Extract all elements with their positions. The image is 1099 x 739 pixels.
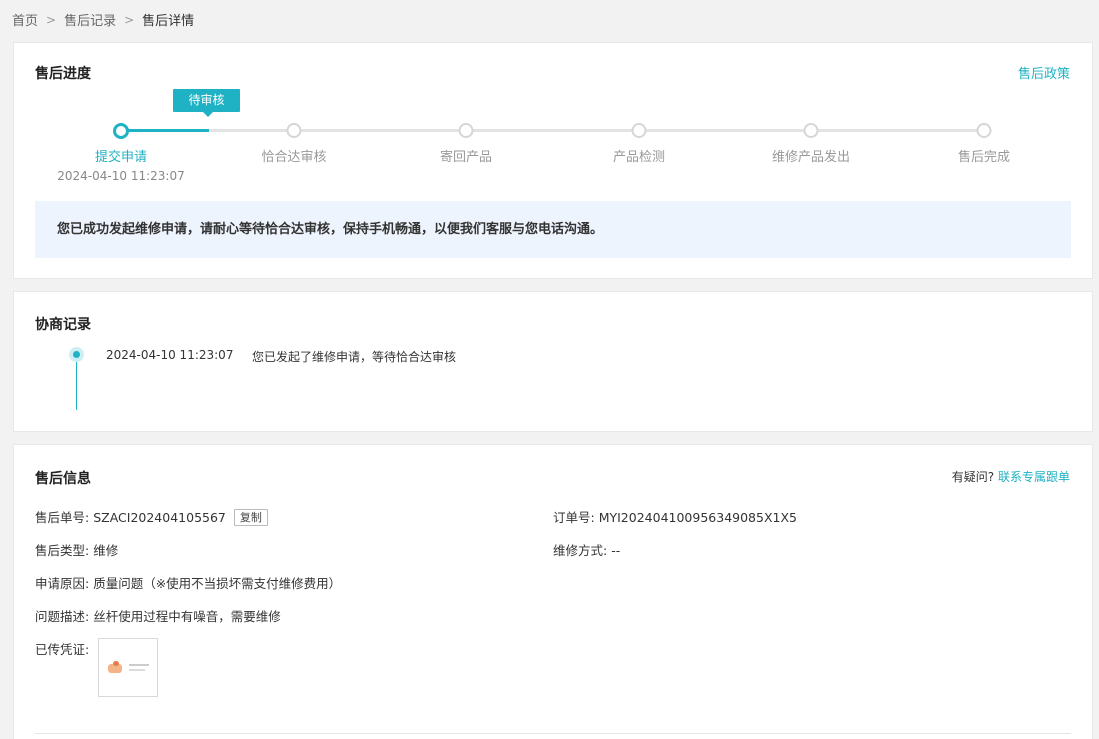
desc-label: 问题描述: [35,609,90,624]
step-dot-inspect [631,123,647,138]
progress-track [121,129,984,132]
breadcrumb-current: 售后详情 [142,14,195,29]
submit-time: 2024-04-10 11:23:07 [57,169,185,183]
evidence-thumbnail[interactable] [98,638,158,697]
step-label-complete: 售后完成 [957,150,1011,165]
thumbnail-art [129,669,145,671]
notice-banner: 您已成功发起维修申请，请耐心等待恰合达审核，保持手机畅通，以便我们客服与您电话沟… [35,201,1071,258]
chevron-right-icon: > [124,12,135,27]
step-dot-return [458,123,474,138]
help-area: 有疑问? 联系专属跟单 [952,468,1070,485]
step-dot-review [286,123,302,138]
desc-value: 丝杆使用过程中有噪音，需要维修 [93,609,281,624]
type-row: 售后类型: 维修 [35,540,118,559]
service-no-value: SZACI202404105567 [93,510,226,525]
order-no-value: MYI202404100956349085X1X5 [598,510,797,525]
negotiation-title: 协商记录 [35,317,91,333]
thumbnail-art [113,661,119,666]
info-title: 售后信息 [35,471,91,487]
policy-link[interactable]: 售后政策 [1018,63,1070,82]
help-question: 有疑问? [951,470,995,484]
evidence-label: 已传凭证: [35,642,90,657]
timeline-text: 您已发起了维修申请，等待恰合达审核 [252,350,457,364]
type-value: 维修 [93,543,119,558]
reason-row: 申请原因: 质量问题（※使用不当损坏需支付维修费用） [35,573,341,592]
progress-title: 售后进度 [35,66,91,82]
breadcrumb: 首页 > 售后记录 > 售后详情 [12,10,195,30]
thumbnail-art [129,664,149,666]
step-dot-complete [976,123,992,138]
step-dot-ship [803,123,819,138]
step-label-inspect: 产品检测 [612,150,666,165]
copy-button[interactable]: 复制 [233,509,268,526]
timeline-dot-icon [69,347,84,362]
info-card: 售后信息 有疑问? 联系专属跟单 售后单号: SZACI202404105567… [13,444,1093,739]
service-no-row: 售后单号: SZACI202404105567 复制 [35,507,268,526]
step-dot-submit [113,123,129,139]
status-tag: 待审核 [173,89,240,117]
chevron-right-icon: > [46,12,57,27]
progress-track-fill [121,129,209,132]
negotiation-card: 协商记录 2024-04-10 11:23:07 您已发起了维修申请，等待恰合达… [13,291,1093,432]
step-label-return: 寄回产品 [439,150,493,165]
reason-label: 申请原因: [35,576,90,591]
step-label-submit: 提交申请 [94,150,148,165]
breadcrumb-home[interactable]: 首页 [12,10,38,29]
section-divider [35,733,1071,734]
repair-method-row: 维修方式: -- [553,540,620,559]
step-label-review: 恰合达审核 [261,150,327,165]
repair-method-value: -- [611,543,621,558]
reason-value: 质量问题（※使用不当损坏需支付维修费用） [93,576,342,591]
desc-row: 问题描述: 丝杆使用过程中有噪音，需要维修 [35,606,281,625]
progress-card: 售后进度 售后政策 待审核 提交申请 恰合达审核 寄回产品 产品检测 维修产品发… [13,42,1093,279]
service-no-label: 售后单号: [35,510,90,525]
breadcrumb-records[interactable]: 售后记录 [64,10,116,29]
type-label: 售后类型: [35,543,90,558]
repair-method-label: 维修方式: [553,543,608,558]
step-label-ship: 维修产品发出 [771,150,851,165]
timeline-time: 2024-04-10 11:23:07 [106,348,234,362]
contact-tracker-link[interactable]: 联系专属跟单 [998,470,1070,484]
order-no-label: 订单号: [553,510,595,525]
progress-steps: 待审核 提交申请 恰合达审核 寄回产品 产品检测 维修产品发出 售后完成 202… [34,83,1074,193]
order-no-row: 订单号: MYI202404100956349085X1X5 [553,507,797,526]
